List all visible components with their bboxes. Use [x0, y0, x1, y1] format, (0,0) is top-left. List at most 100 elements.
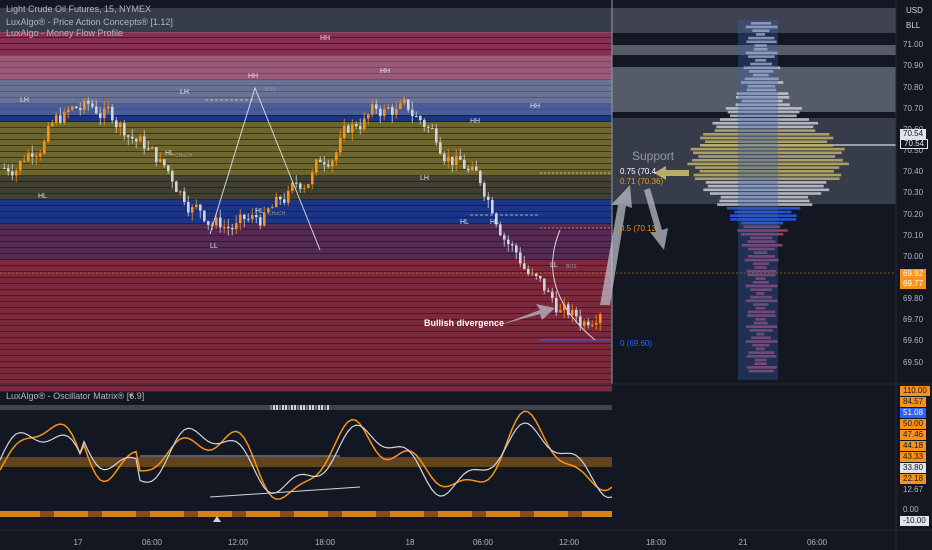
osc-strip-segment [300, 405, 302, 410]
candle-body [299, 183, 302, 189]
fib-075-label: 0.75 (70.4 [620, 167, 657, 176]
candle-body [251, 215, 254, 220]
money-flow-zone [0, 122, 612, 128]
osc-strip-segment [318, 405, 320, 410]
candle-body [467, 168, 470, 171]
candle-body [243, 214, 246, 219]
candle-body [87, 100, 90, 104]
candle-body [271, 207, 274, 209]
structure-choch: CHoCH [175, 153, 193, 159]
candle-body [551, 291, 554, 298]
osc-strip-segment [273, 405, 275, 410]
money-flow-zone [0, 236, 612, 242]
candle-body [283, 199, 286, 203]
candle-body [219, 217, 222, 228]
candle-body [19, 160, 22, 171]
candle-body [239, 214, 242, 224]
candle-body [103, 108, 106, 118]
candle-body [95, 106, 98, 114]
money-flow-zone [0, 134, 612, 140]
osc-level-33: 33.80 [900, 463, 927, 473]
candle-body [311, 172, 314, 185]
candle-body [367, 114, 370, 119]
structure-hl: HL [165, 150, 174, 157]
candle-body [475, 166, 478, 171]
indicator-oscillator[interactable]: LuxAlgo® - Oscillator Matrix® [6.9] [6, 391, 144, 402]
candle-body [231, 227, 234, 230]
money-flow-zone [0, 116, 612, 122]
candle-body [507, 239, 510, 245]
structure-hl: HL [460, 219, 469, 226]
osc-strip-segment [315, 405, 317, 410]
price-tick: 70.70 [903, 104, 924, 113]
currency-label[interactable]: USD [906, 6, 923, 15]
candle-body [71, 106, 74, 110]
price-tick: 69.80 [903, 294, 924, 303]
time-tick: 06:00 [806, 538, 828, 547]
indicator-money-flow[interactable]: LuxAlgo - Money Flow Profile [6, 28, 123, 39]
candle-body [419, 116, 422, 121]
time-tick: 12:00 [227, 538, 249, 547]
money-flow-zone [0, 356, 612, 362]
candle-body [11, 171, 14, 176]
candle-body [335, 152, 338, 161]
money-flow-zone [0, 308, 612, 314]
candle-body [447, 156, 450, 162]
money-flow-zone [0, 176, 612, 182]
price-tick: 69.50 [903, 358, 924, 367]
price-tag-outline: 70.54 [900, 139, 929, 149]
osc-strip-segment [520, 511, 534, 517]
money-flow-zone [0, 140, 612, 146]
osc-strip-segment [568, 511, 582, 517]
candle-body [191, 207, 194, 213]
money-flow-zone [0, 380, 612, 386]
candle-body [351, 124, 354, 133]
osc-strip-segment [291, 405, 293, 410]
unit-label[interactable]: BLL [906, 21, 920, 30]
candle-body [287, 190, 290, 203]
chart-canvas[interactable] [0, 0, 932, 550]
price-tick: 70.20 [903, 210, 924, 219]
candle-body [55, 115, 58, 123]
candle-body [523, 263, 526, 269]
candle-body [47, 125, 50, 142]
candle-body [203, 210, 206, 222]
time-tick: 06:00 [472, 538, 494, 547]
money-flow-zone [0, 374, 612, 380]
candle-body [383, 109, 386, 116]
candle-body [343, 125, 346, 138]
candle-body [479, 170, 482, 184]
symbol-title[interactable]: Light Crude Oil Futures, 15, NYMEX [6, 4, 151, 15]
money-flow-zone [0, 128, 612, 134]
osc-strip-segment [376, 511, 390, 517]
candle-body [531, 273, 534, 275]
candle-body [579, 316, 582, 326]
candle-body [39, 153, 42, 157]
candle-body [131, 136, 134, 139]
candle-body [75, 106, 78, 109]
structure-lh: LH [420, 175, 429, 182]
money-flow-zone [0, 296, 612, 302]
candle-body [175, 181, 178, 193]
candle-body [423, 120, 426, 128]
money-flow-zone [0, 302, 612, 308]
candle-body [163, 159, 166, 166]
osc-level-84: 84.57 [900, 397, 927, 407]
candle-body [319, 159, 322, 163]
structure-lh: LH [180, 89, 189, 96]
current-price-tag: 70.54 [900, 129, 927, 139]
candle-body [107, 106, 110, 109]
osc-strip-segment [306, 405, 308, 410]
osc-level-0: 0.00 [900, 505, 922, 515]
candle-body [3, 167, 6, 169]
candle-body [431, 128, 434, 130]
profile-poc-column [738, 20, 778, 380]
candle-body [443, 153, 446, 162]
indicator-price-action[interactable]: LuxAlgo® - Price Action Concepts® [1.12] [6, 17, 173, 28]
candle-body [279, 196, 282, 200]
structure-hl: HL [38, 193, 47, 200]
candle-body [471, 166, 474, 171]
candle-body [123, 123, 126, 136]
candle-body [35, 156, 38, 158]
candle-body [583, 321, 586, 326]
